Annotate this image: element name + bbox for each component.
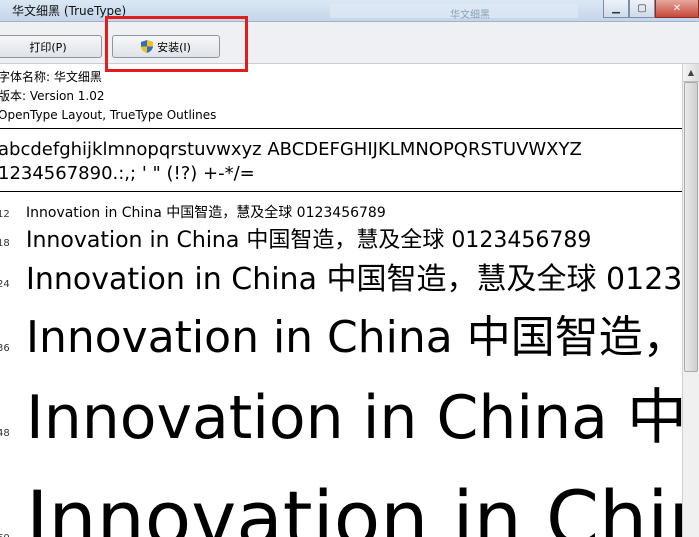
size-label: 36 [0, 343, 10, 354]
maximize-icon: ▢ [637, 3, 647, 14]
background-window-tab-label: 华文细黑 [450, 10, 490, 21]
chevron-up-icon: ▲ [687, 68, 695, 77]
letters-sample: abcdefghijklmnopqrstuvwxyz ABCDEFGHIJKLM… [0, 139, 582, 160]
print-button[interactable]: 打印(P) [0, 35, 102, 58]
window-controls: ▁ ▢ ✕ [603, 0, 699, 20]
size-samples: 12 Innovation in China 中国智造，慧及全球 0123456… [0, 198, 699, 537]
divider [0, 191, 699, 192]
size-label: 24 [0, 279, 10, 290]
sample-text: Innovation in China 中国智造，慧及全球 0123456789 [26, 262, 699, 297]
size-label: 48 [0, 428, 10, 439]
close-button[interactable]: ✕ [655, 0, 699, 18]
close-icon: ✕ [672, 3, 682, 14]
scroll-thumb[interactable] [684, 82, 698, 372]
font-info: 字体名称: 华文细黑 版本: Version 1.02 OpenType Lay… [0, 68, 216, 125]
minimize-button[interactable]: ▁ [603, 0, 629, 18]
minimize-icon: ▁ [612, 3, 620, 14]
scroll-up-button[interactable]: ▲ [683, 64, 699, 82]
size-label: 12 [0, 209, 10, 220]
vertical-scrollbar[interactable]: ▲ [682, 64, 699, 537]
digits-sample: 1234567890.:,; ' " (!?) +-*/= [0, 163, 255, 184]
sample-text: Innovation in China 中国智造，慧及全球 0123456789 [26, 474, 699, 537]
font-version-line: 版本: Version 1.02 [0, 89, 105, 103]
sample-text: Innovation in China 中国智造，慧及全球 0123456789 [26, 312, 699, 363]
annotation-highlight-box [105, 16, 248, 72]
size-label: 18 [0, 238, 10, 249]
maximize-button[interactable]: ▢ [629, 0, 655, 18]
size-label: 60 [0, 533, 10, 537]
divider [0, 128, 699, 129]
character-set-sample: abcdefghijklmnopqrstuvwxyz ABCDEFGHIJKLM… [0, 138, 582, 186]
font-type-line: OpenType Layout, TrueType Outlines [0, 108, 217, 122]
sample-text: Innovation in China 中国智造，慧及全球 0123456789 [26, 383, 699, 453]
font-name-line: 字体名称: 华文细黑 [0, 70, 102, 84]
sample-text: Innovation in China 中国智造，慧及全球 0123456789 [26, 205, 386, 221]
print-button-label: 打印(P) [29, 40, 67, 54]
sample-text: Innovation in China 中国智造，慧及全球 0123456789 [26, 228, 592, 253]
